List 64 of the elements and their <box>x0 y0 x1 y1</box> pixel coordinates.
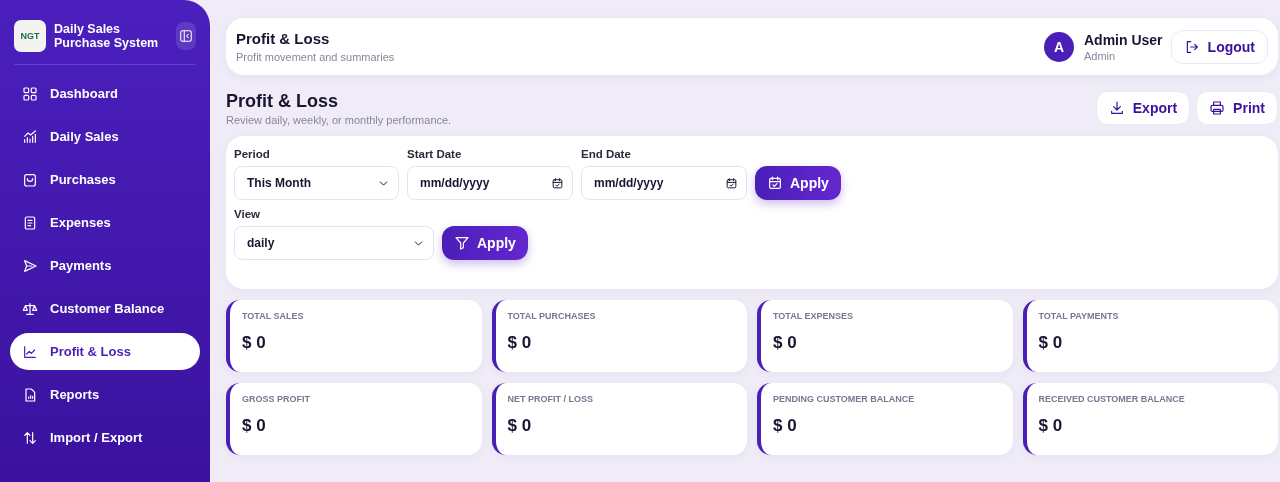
nav-item[interactable]: Payments <box>10 247 200 284</box>
stat-label: NET PROFIT / LOSS <box>507 394 594 404</box>
end-date-field[interactable]: mm/dd/yyyy <box>581 166 747 200</box>
field-label: End Date <box>581 148 632 160</box>
collapse-icon <box>179 29 193 43</box>
field-label: Start Date <box>407 148 463 160</box>
up-down-arrows-icon <box>22 429 38 446</box>
stat-label: GROSS PROFIT <box>242 394 311 404</box>
apply-button[interactable]: Apply <box>442 226 528 260</box>
nav-item[interactable]: Import / Export <box>10 419 200 456</box>
user-avatar: A <box>1044 31 1074 62</box>
stat-value: $ 0 <box>773 416 798 436</box>
header-subtitle: Profit movement and summaries <box>236 51 396 63</box>
document-icon <box>22 214 38 231</box>
calendar-check-icon <box>551 176 564 190</box>
stat-label: TOTAL PURCHASES <box>507 311 597 321</box>
bag-icon <box>22 171 38 188</box>
apply-button[interactable]: Apply <box>755 166 841 200</box>
nav-item[interactable]: Expenses <box>10 204 200 241</box>
page-subtitle: Review daily, weekly, or monthly performance. <box>226 114 453 126</box>
stat-value: $ 0 <box>242 333 267 353</box>
stat-label: RECEIVED CUSTOMER BALANCE <box>1038 394 1186 404</box>
collapse-sidebar-button[interactable] <box>176 22 196 50</box>
printer-icon <box>1209 100 1226 116</box>
user-name: Admin User <box>1084 31 1163 48</box>
scale-icon <box>22 300 38 317</box>
period-select[interactable]: This Month <box>234 166 399 200</box>
field-label: Period <box>234 148 271 160</box>
export-button[interactable]: Export <box>1095 91 1191 125</box>
nav-item[interactable]: Profit & Loss <box>10 333 200 370</box>
download-icon <box>1108 100 1125 116</box>
field-label: View <box>234 208 261 220</box>
nav-item[interactable]: Customer Balance <box>10 290 200 327</box>
stat-value: $ 0 <box>1038 416 1064 436</box>
stat-value: $ 0 <box>773 333 798 353</box>
nav-item[interactable]: Reports <box>10 376 200 413</box>
view-select[interactable]: daily <box>234 226 434 260</box>
stat-value: $ 0 <box>1038 333 1064 353</box>
line-chart-icon <box>22 343 38 360</box>
stat-value: $ 0 <box>507 416 533 436</box>
stat-label: TOTAL PAYMENTS <box>1038 311 1120 321</box>
logout-button[interactable]: Logout <box>1170 29 1268 64</box>
report-icon <box>22 386 38 403</box>
send-icon <box>22 257 38 274</box>
user-role: Admin <box>1084 49 1117 62</box>
stat-value: $ 0 <box>242 416 267 436</box>
calendar-check-icon <box>767 175 783 191</box>
bar-chart-icon <box>22 128 38 145</box>
calendar-check-icon <box>725 176 738 190</box>
app-name: Daily Sales Purchase System <box>54 22 160 50</box>
start-date-field[interactable]: mm/dd/yyyy <box>407 166 573 200</box>
stat-label: TOTAL SALES <box>242 311 305 321</box>
nav-item[interactable]: Dashboard <box>10 75 200 112</box>
stat-label: PENDING CUSTOMER BALANCE <box>773 394 916 404</box>
header-title: Profit & Loss <box>236 30 331 47</box>
page-title: Profit & Loss <box>226 91 339 112</box>
grid-icon <box>22 85 38 102</box>
app-logo: NGT <box>14 20 46 52</box>
print-button[interactable]: Print <box>1196 91 1278 125</box>
nav-item[interactable]: Purchases <box>10 161 200 198</box>
stat-label: TOTAL EXPENSES <box>773 311 855 321</box>
nav-item[interactable]: Daily Sales <box>10 118 200 155</box>
filter-icon <box>454 235 470 251</box>
stat-value: $ 0 <box>507 333 533 353</box>
